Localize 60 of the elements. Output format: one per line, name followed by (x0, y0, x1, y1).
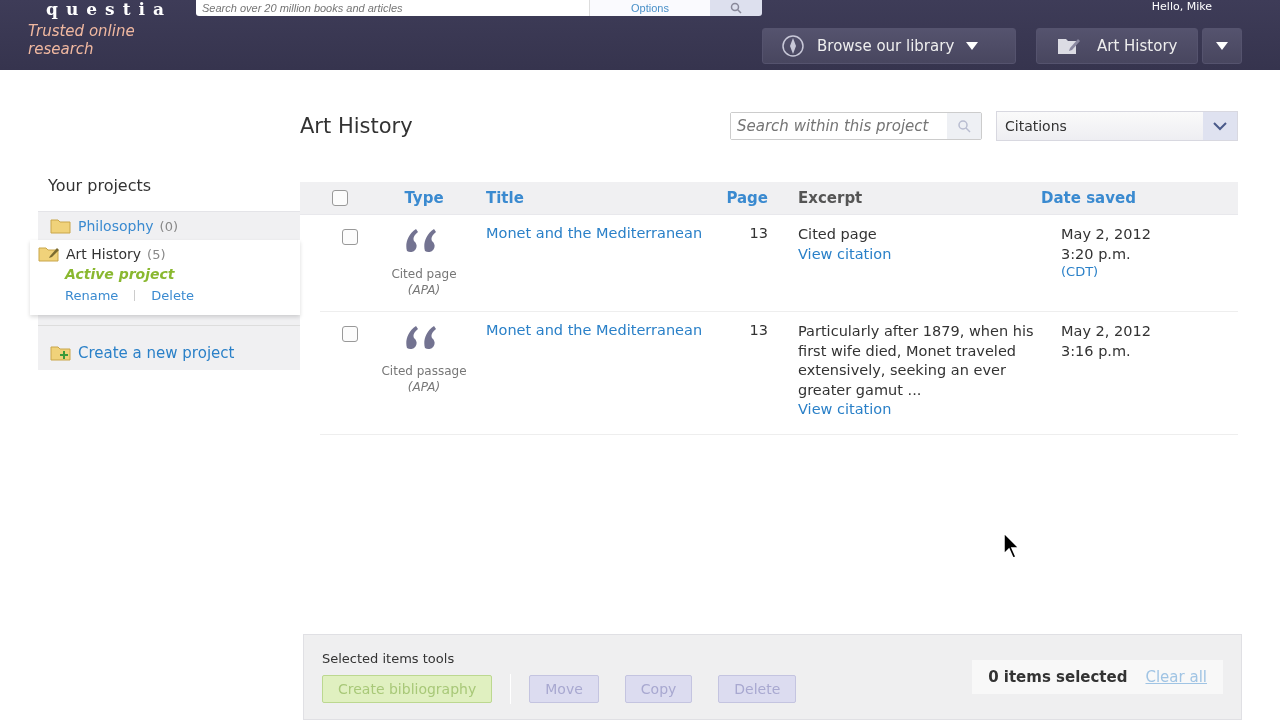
search-field[interactable]: Search over 20 million books and articles (196, 0, 589, 16)
excerpt-text: Particularly after 1879, when his first wife died, Monet traveled extensively, seeking an ever greater gamut ... (798, 322, 1035, 400)
citation-type: Cited passage (381, 364, 467, 378)
folder-icon (1057, 36, 1081, 56)
date-text: May 2, 2012 (1061, 225, 1151, 244)
greeting: Hello, Mike (1151, 0, 1212, 14)
column-header: Excerpt (797, 189, 864, 207)
excerpt-text: Cited page (798, 225, 877, 244)
column-header[interactable]: Page (678, 189, 788, 207)
sidebar-title: Your projects (48, 176, 153, 195)
view-citation-link[interactable]: View citation (798, 244, 892, 264)
options-button[interactable]: Options (589, 0, 710, 16)
folder-icon (38, 246, 60, 262)
column-header[interactable]: Date saved (1041, 189, 1238, 207)
create-project-link[interactable]: Create a new project (50, 344, 288, 362)
chevron-down-icon (1213, 121, 1227, 131)
select-all-checkbox[interactable] (332, 190, 348, 206)
column-header[interactable]: Title (468, 189, 678, 207)
project-search-field[interactable]: Search within this project (730, 112, 982, 140)
page-number: 13 (749, 225, 768, 241)
toolbar-title: Selected items tools (322, 650, 456, 666)
citation-type: Cited page (391, 267, 457, 281)
logo[interactable]: questia (46, 0, 172, 18)
title-link[interactable]: Monet and the Mediterranean (486, 225, 703, 241)
project-name[interactable]: Philosophy (78, 218, 154, 234)
browse-menu[interactable]: Browse our library (762, 28, 1016, 64)
citation-style: (APA) (407, 380, 441, 394)
search-icon (730, 2, 742, 14)
project-item[interactable]: Art History (5) Active project Rename Delete (30, 240, 300, 315)
tagline: Trusted online research (28, 22, 136, 58)
project-menu[interactable]: Art History (1036, 28, 1198, 64)
view-dropdown[interactable]: Citations (996, 111, 1238, 141)
date-text: May 2, 2012 (1061, 322, 1151, 341)
project-count: (5) (147, 246, 166, 262)
title-link[interactable]: Monet and the Mediterranean (486, 322, 703, 338)
search-button[interactable] (710, 0, 762, 16)
citation-style: (APA) (407, 283, 441, 297)
project-item[interactable]: Philosophy (0) (38, 212, 300, 240)
project-title: Art History (300, 114, 414, 138)
page-number: 13 (749, 322, 768, 338)
row-checkbox[interactable] (342, 229, 358, 245)
view-citation-link[interactable]: View citation (798, 400, 892, 420)
row-checkbox[interactable] (342, 326, 358, 342)
active-project-label: Active project (65, 266, 176, 282)
time-text: 3:20 p.m. (1061, 244, 1131, 264)
project-count: (0) (159, 218, 178, 234)
column-header[interactable]: Type (380, 189, 468, 207)
search-icon (957, 119, 971, 133)
add-folder-icon (50, 345, 72, 361)
caret-icon (1216, 42, 1228, 50)
folder-icon (50, 218, 72, 234)
time-text: 3:16 p.m. (1061, 341, 1131, 361)
project-action-link[interactable]: Rename (65, 288, 119, 303)
project-name[interactable]: Art History (66, 246, 142, 262)
project-dropdown-button[interactable] (1202, 28, 1242, 64)
timezone-link[interactable]: (CDT) (1061, 264, 1099, 280)
compass-icon (781, 34, 805, 58)
caret-icon (966, 42, 979, 50)
selected-count: 0 items selected (988, 668, 1128, 686)
project-action-link[interactable]: Delete (151, 288, 195, 303)
